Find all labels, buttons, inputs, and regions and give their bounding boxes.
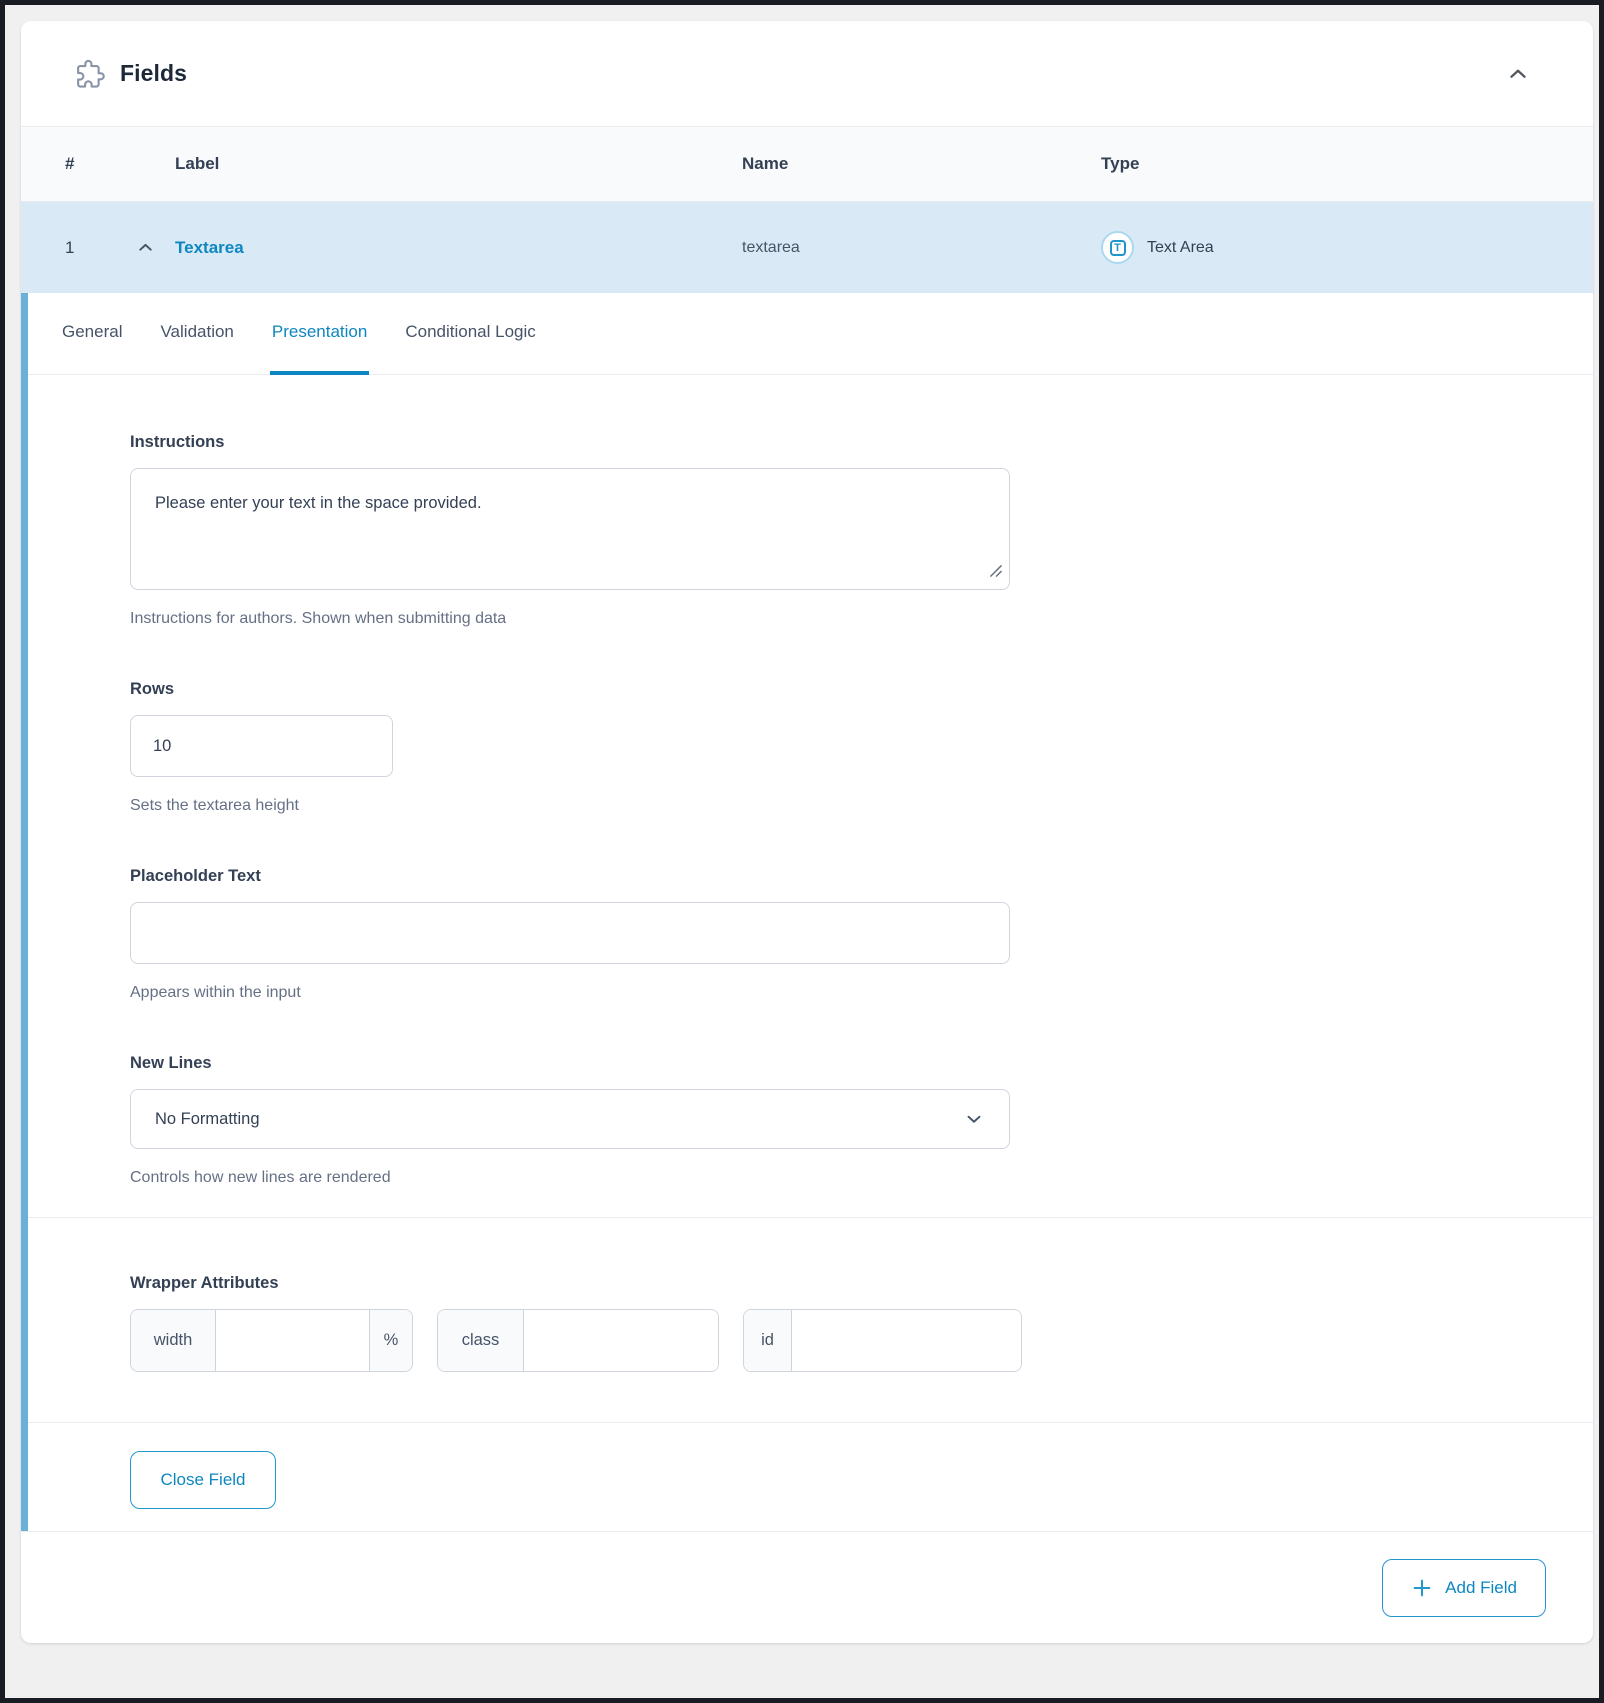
- field-name-value: textarea: [742, 239, 1101, 257]
- rows-help-text: Sets the textarea height: [130, 797, 1593, 815]
- panel-header: Fields: [21, 21, 1593, 126]
- close-field-section: Close Field: [28, 1422, 1593, 1531]
- wrapper-attributes-label: Wrapper Attributes: [130, 1274, 1593, 1293]
- text-area-type-icon: T: [1101, 231, 1134, 264]
- wrapper-id-input[interactable]: [792, 1310, 1021, 1371]
- new-lines-selected-value: No Formatting: [155, 1110, 260, 1129]
- new-lines-select[interactable]: No Formatting: [130, 1089, 1010, 1149]
- field-collapse-toggle[interactable]: [131, 233, 161, 262]
- instructions-label: Instructions: [130, 433, 1593, 452]
- presentation-settings-section: Instructions Please enter your text in t…: [28, 375, 1593, 1217]
- column-header-label: Label: [175, 154, 742, 174]
- instructions-textarea[interactable]: Please enter your text in the space prov…: [130, 468, 1010, 590]
- tab-conditional-logic[interactable]: Conditional Logic: [403, 293, 537, 375]
- wrapper-id-group: id: [743, 1309, 1022, 1372]
- column-header-name: Name: [742, 154, 1101, 174]
- new-lines-group: New Lines No Formatting Controls how new…: [130, 1054, 1593, 1187]
- add-field-button-label: Add Field: [1445, 1578, 1517, 1598]
- instructions-textarea-wrap: Please enter your text in the space prov…: [130, 468, 1010, 590]
- add-field-button[interactable]: Add Field: [1382, 1559, 1546, 1617]
- placeholder-help-text: Appears within the input: [130, 984, 1593, 1002]
- chevron-up-icon: [135, 237, 156, 258]
- field-row-number: 1: [65, 238, 131, 258]
- screen: Fields # Label Name Type 1 Textarea: [0, 0, 1604, 1703]
- wrapper-attributes-section: Wrapper Attributes width % class id: [28, 1217, 1593, 1422]
- plus-icon: [1411, 1577, 1433, 1599]
- rows-label: Rows: [130, 680, 1593, 699]
- field-row-textarea[interactable]: 1 Textarea textarea T Text Area: [21, 202, 1593, 293]
- column-header-type: Type: [1101, 154, 1593, 174]
- new-lines-label: New Lines: [130, 1054, 1593, 1073]
- new-lines-help-text: Controls how new lines are rendered: [130, 1169, 1593, 1187]
- panel-collapse-button[interactable]: [1499, 55, 1537, 93]
- wrapper-class-input[interactable]: [524, 1310, 718, 1371]
- chevron-up-icon: [1505, 61, 1531, 87]
- field-type-cell: T Text Area: [1101, 231, 1593, 264]
- wrapper-class-prefix: class: [438, 1310, 524, 1371]
- close-field-button[interactable]: Close Field: [130, 1451, 276, 1509]
- wrapper-class-group: class: [437, 1309, 719, 1372]
- tab-presentation[interactable]: Presentation: [270, 293, 369, 375]
- rows-group: Rows Sets the textarea height: [130, 680, 1593, 815]
- wrapper-width-suffix: %: [369, 1310, 412, 1371]
- puzzle-icon: [75, 59, 105, 89]
- tab-validation[interactable]: Validation: [158, 293, 235, 375]
- instructions-help-text: Instructions for authors. Shown when sub…: [130, 610, 1593, 628]
- wrapper-attributes-row: width % class id: [130, 1309, 1593, 1372]
- placeholder-label: Placeholder Text: [130, 867, 1593, 886]
- field-settings: General Validation Presentation Conditio…: [21, 293, 1593, 1531]
- settings-tabs: General Validation Presentation Conditio…: [28, 293, 1593, 375]
- placeholder-input[interactable]: [130, 902, 1010, 964]
- wrapper-width-prefix: width: [131, 1310, 216, 1371]
- instructions-group: Instructions Please enter your text in t…: [130, 433, 1593, 628]
- chevron-down-icon: [963, 1108, 985, 1130]
- fields-panel: Fields # Label Name Type 1 Textarea: [21, 21, 1593, 1643]
- wrapper-width-input[interactable]: [216, 1310, 369, 1371]
- table-header-row: # Label Name Type: [21, 126, 1593, 202]
- field-label-link[interactable]: Textarea: [175, 238, 742, 258]
- wrapper-width-group: width %: [130, 1309, 413, 1372]
- panel-title: Fields: [120, 60, 187, 87]
- panel-footer: Add Field: [21, 1531, 1593, 1643]
- placeholder-group: Placeholder Text Appears within the inpu…: [130, 867, 1593, 1002]
- tab-general[interactable]: General: [60, 293, 124, 375]
- column-header-number: #: [65, 154, 131, 174]
- wrapper-id-prefix: id: [744, 1310, 792, 1371]
- rows-input[interactable]: [130, 715, 393, 777]
- field-type-label: Text Area: [1147, 239, 1214, 257]
